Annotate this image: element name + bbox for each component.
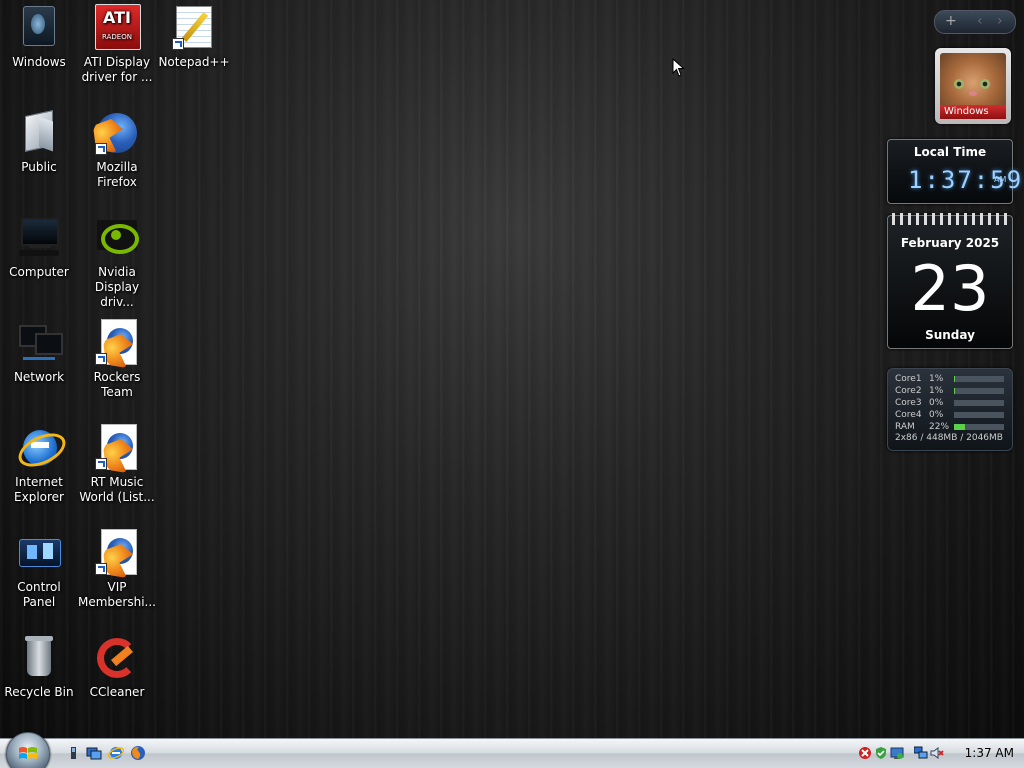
firefox-icon (93, 109, 141, 157)
desktop[interactable]: Windows Public Computer Network Internet… (0, 0, 1024, 738)
cpu-meter-gadget[interactable]: Core1 1% Core2 1% Core3 0% Core4 0% RAM 22% 2… (887, 368, 1013, 451)
desktop-icon-internet-explorer[interactable]: Internet Explorer (0, 424, 78, 505)
volume-muted-icon[interactable] (930, 745, 944, 759)
clock-ampm: AM (994, 175, 1007, 184)
desktop-icon-ccleaner[interactable]: CCleaner (78, 634, 156, 700)
cpu-row-core1: Core1 1% (895, 373, 1007, 385)
calendar-rings (892, 213, 1008, 225)
cpu-bar-fill (954, 376, 955, 382)
shortcut-arrow-icon (95, 458, 107, 470)
cpu-row-core3: Core3 0% (895, 397, 1007, 409)
shortcut-arrow-icon (95, 143, 107, 155)
firefox-document-icon (93, 319, 141, 367)
nvidia-icon (93, 214, 141, 262)
public-folder-icon (15, 109, 63, 157)
shortcut-arrow-icon (95, 353, 107, 365)
shortcut-arrow-icon (95, 563, 107, 575)
calendar-weekday: Sunday (925, 328, 975, 342)
antivirus-icon[interactable] (874, 745, 888, 759)
desktop-icon-label: Control Panel (17, 580, 61, 609)
memory-summary: 2x86 / 448MB / 2046MB (895, 433, 1003, 443)
calendar-day: 23 (910, 252, 990, 325)
calendar-gadget[interactable]: February 2025 23 Sunday (887, 213, 1013, 349)
taskbar-clock[interactable]: 1:37 AM (965, 746, 1014, 760)
sidebar-gadget-toolbar: + ‹ › (934, 10, 1016, 34)
windows-logo-icon (19, 747, 37, 759)
desktop-icon-label: Computer (9, 265, 69, 279)
internet-explorer-icon (13, 424, 71, 474)
desktop-icon-vip-membership[interactable]: VIP Membershi... (78, 529, 156, 610)
cpu-bar-fill (954, 388, 955, 394)
network-connection-icon[interactable] (913, 745, 928, 759)
ram-bar-fill (954, 424, 965, 430)
desktop-icon-rockers-team[interactable]: Rockers Team (78, 319, 156, 400)
desktop-icon-label: Windows (12, 55, 66, 69)
desktop-icon-label: VIP Membershi... (78, 580, 156, 609)
cpu-row-core4: Core4 0% (895, 409, 1007, 421)
desktop-icon-label: Public (21, 160, 57, 174)
desktop-icon-label: Rockers Team (93, 370, 141, 399)
desktop-icon-rt-music-world[interactable]: RT Music World (List... (78, 424, 156, 505)
desktop-icon-label: Nvidia Display driv... (94, 265, 140, 309)
cpu-row-ram: RAM 22% (895, 421, 1007, 433)
recycle-bin-icon (15, 634, 63, 682)
clock-gadget[interactable]: Local Time 1:37:59 AM (887, 139, 1021, 204)
slideshow-caption: Windows (940, 105, 1006, 119)
desktop-icon-mozilla-firefox[interactable]: Mozilla Firefox (78, 109, 156, 190)
firefox-icon[interactable] (130, 745, 146, 761)
next-gadget-page-button[interactable]: › (997, 13, 1003, 29)
windows-user-icon (15, 4, 63, 52)
system-tray: 1:37 AM (854, 741, 1024, 765)
desktop-icon-computer[interactable]: Computer (0, 214, 78, 280)
desktop-icon-label: Recycle Bin (4, 685, 74, 699)
network-status-icon[interactable] (890, 745, 904, 759)
desktop-icon-recycle-bin[interactable]: Recycle Bin (0, 634, 78, 700)
internet-explorer-icon[interactable] (107, 745, 125, 761)
ati-radeon-icon: ATI RADEON (93, 4, 141, 52)
firefox-document-icon (93, 424, 141, 472)
desktop-icon-nvidia-display-driver[interactable]: Nvidia Display driv... (78, 214, 156, 310)
desktop-icon-control-panel[interactable]: Control Panel (0, 529, 78, 610)
cpu-row-core2: Core2 1% (895, 385, 1007, 397)
shortcut-arrow-icon (172, 38, 184, 50)
calendar-month-year: February 2025 (900, 236, 1000, 250)
firefox-document-icon (93, 529, 141, 577)
switch-windows-icon[interactable] (86, 745, 102, 761)
desktop-icon-label: CCleaner (89, 685, 145, 699)
desktop-icon-public[interactable]: Public (0, 109, 78, 175)
desktop-icon-ati-display-driver[interactable]: ATI RADEON ATI Display driver for ... (78, 4, 156, 85)
start-button[interactable] (6, 732, 50, 768)
ccleaner-icon (93, 634, 141, 682)
desktop-icon-network[interactable]: Network (0, 319, 78, 385)
desktop-icon-label: Internet Explorer (14, 475, 64, 504)
desktop-icon-label: ATI Display driver for ... (81, 55, 153, 84)
desktop-icon-label: Notepad++ (158, 55, 230, 69)
control-panel-icon (15, 529, 63, 577)
clock-title: Local Time (913, 145, 987, 159)
network-icon (15, 319, 63, 367)
security-alert-icon[interactable] (858, 745, 872, 759)
desktop-icon-label: Network (13, 370, 65, 384)
desktop-icon-notepad-plus-plus[interactable]: Notepad++ (155, 4, 233, 70)
desktop-icon-label: Mozilla Firefox (96, 160, 138, 189)
add-gadget-button[interactable]: + (945, 13, 957, 29)
taskbar: 1:37 AM (0, 732, 1024, 768)
computer-icon (15, 214, 63, 262)
notepad-plus-plus-icon (170, 4, 218, 52)
slideshow-gadget[interactable]: Windows (935, 48, 1011, 124)
desktop-icon-windows[interactable]: Windows (0, 4, 78, 70)
previous-gadget-page-button[interactable]: ‹ (977, 13, 983, 29)
show-desktop-icon[interactable] (66, 745, 82, 761)
desktop-icon-label: RT Music World (List... (79, 475, 155, 504)
